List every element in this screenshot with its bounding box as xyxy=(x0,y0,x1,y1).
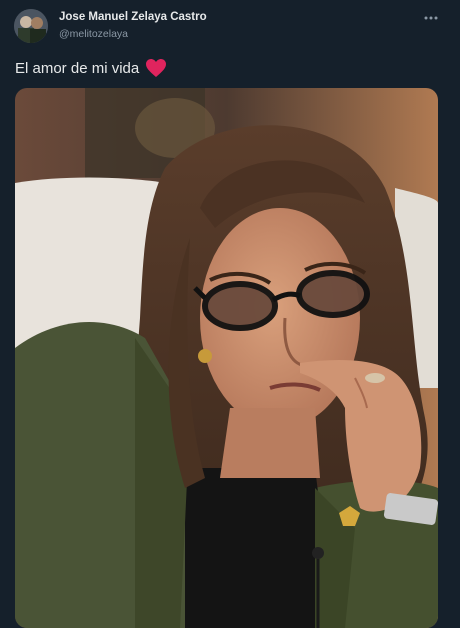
avatar[interactable] xyxy=(14,9,48,43)
author-handle[interactable]: @melitozelaya xyxy=(59,28,128,40)
profile-avatar-icon xyxy=(14,9,48,43)
red-heart-icon xyxy=(145,58,167,78)
tweet-photo[interactable] xyxy=(15,88,438,628)
author-display-name[interactable]: Jose Manuel Zelaya Castro xyxy=(59,11,207,23)
more-options-button[interactable] xyxy=(418,9,444,27)
tweet-text: El amor de mi vida xyxy=(15,59,140,77)
photo-image xyxy=(15,88,438,628)
tweet-card: Jose Manuel Zelaya Castro @melitozelaya … xyxy=(0,0,460,628)
tweet-text-row: El amor de mi vida xyxy=(15,58,167,78)
more-horizontal-icon xyxy=(424,16,438,20)
